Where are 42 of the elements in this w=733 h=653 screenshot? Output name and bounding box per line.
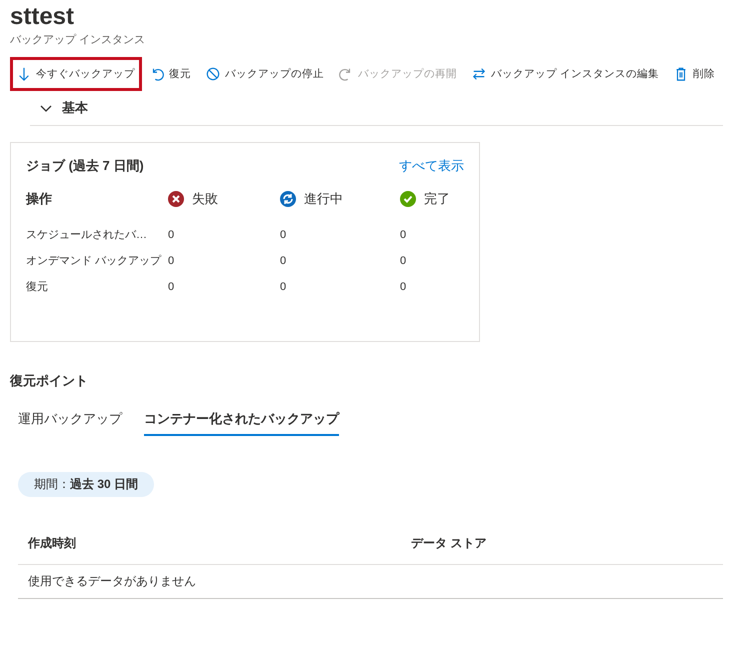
redo-icon [339, 67, 353, 81]
page-title: sttest [10, 2, 76, 32]
down-arrow-icon [17, 67, 31, 81]
table-cell-text: 0 [400, 280, 408, 295]
prohibited-icon [206, 67, 220, 81]
toolbar-button[interactable]: バックアップの停止 [199, 57, 331, 91]
table-cell-text: スケジュールされたバ… [26, 228, 148, 243]
toolbar-button[interactable]: 復元 [143, 57, 198, 91]
column-header: 作成時刻 [28, 535, 77, 552]
toolbar-button[interactable]: 今すぐバックアップ [10, 57, 142, 91]
trash-icon [674, 67, 688, 81]
column-header: 操作 [26, 190, 53, 208]
sync-icon [280, 191, 296, 207]
error-icon [168, 191, 184, 207]
toolbar-button[interactable]: 削除 [666, 57, 722, 91]
status-label: 失敗 [192, 190, 218, 208]
table-cell-text: 0 [168, 228, 176, 243]
table-cell-text: 0 [280, 280, 288, 295]
undo-icon [150, 67, 164, 81]
section-title: 復元ポイント [10, 372, 89, 390]
table-cell-text: オンデマンド バックアップ [26, 254, 162, 269]
toolbar-button[interactable]: バックアップ インスタンスの編集 [465, 57, 666, 91]
swap-arrows-icon [472, 67, 486, 81]
table-cell-text: 0 [400, 254, 408, 269]
table-cell-text: 0 [280, 254, 288, 269]
table-cell-text: 0 [280, 228, 288, 243]
tab[interactable]: コンテナー化されたバックアップ [144, 404, 339, 436]
tab[interactable]: 運用バックアップ [18, 404, 122, 436]
card-title: ジョブ (過去 7 日間) [26, 157, 144, 175]
table-cell-text: 0 [168, 280, 176, 295]
empty-message: 使用できるデータがありません [18, 565, 723, 599]
status-label: 完了 [424, 190, 450, 208]
table-cell-text: 復元 [26, 280, 49, 295]
column-header: データ ストア [411, 535, 488, 552]
table-cell-text: 0 [400, 228, 408, 243]
page-subtitle: バックアップ インスタンス [10, 32, 146, 47]
view-all-link[interactable]: すべて表示 [399, 157, 464, 175]
status-label: 進行中 [304, 190, 343, 208]
essentials-toggle[interactable]: 基本 [30, 91, 723, 126]
table-cell-text: 0 [168, 254, 176, 269]
filter-pill[interactable]: 期間：過去 30 日間 [18, 472, 154, 497]
checkmark-icon [400, 191, 416, 207]
